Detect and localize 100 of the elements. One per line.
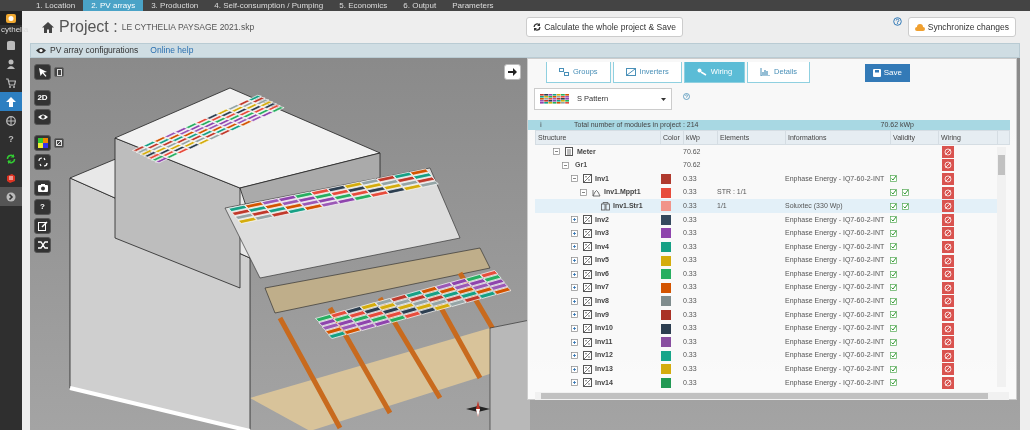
expand-icon[interactable] [571, 284, 578, 292]
expand-icon[interactable] [571, 379, 578, 387]
unlink-icon [944, 297, 952, 306]
wiring-button[interactable] [942, 200, 954, 213]
wiring-button[interactable] [942, 363, 954, 376]
expand-icon[interactable] [571, 297, 578, 305]
expand-icon[interactable] [571, 325, 578, 332]
link-icon [696, 68, 707, 76]
inverter-icon [583, 215, 592, 225]
cart-icon[interactable] [6, 77, 16, 88]
nav-tab[interactable]: Parameters [444, 0, 502, 11]
inverter-icon [583, 228, 592, 238]
collapse-icon[interactable] [553, 148, 560, 156]
wiring-button[interactable] [942, 295, 954, 308]
expand-icon[interactable] [571, 311, 578, 319]
wiring-button[interactable] [942, 268, 954, 281]
arrow-circle-icon[interactable] [6, 191, 16, 202]
vertical-scrollbar[interactable] [997, 147, 1006, 387]
wiring-button[interactable] [942, 308, 954, 321]
shuffle-button[interactable] [34, 237, 51, 253]
expand-icon[interactable] [571, 352, 578, 360]
chart-icon [760, 68, 771, 76]
wiring-button[interactable] [942, 213, 954, 226]
online-help-link[interactable]: Online help [150, 44, 194, 57]
inverter-icon [583, 283, 592, 293]
inverter-icon [625, 68, 636, 76]
collapse-icon[interactable] [571, 175, 578, 183]
nav-tab[interactable]: 1. Location [28, 0, 84, 11]
cloud-icon [914, 23, 925, 31]
expand-icon[interactable] [571, 243, 578, 251]
logo-icon [5, 12, 17, 24]
wiring-button[interactable] [942, 336, 954, 349]
diagonal-icon [56, 140, 62, 146]
unlink-icon [37, 157, 48, 167]
wiring-button[interactable] [942, 376, 954, 389]
help-circle-icon[interactable] [892, 17, 902, 26]
nav-tab[interactable]: 5. Economics [331, 0, 396, 11]
user-icon[interactable] [6, 58, 16, 69]
globe-icon[interactable] [6, 115, 16, 126]
edit-button[interactable] [34, 218, 51, 234]
help-button[interactable]: ? [34, 199, 51, 215]
expand-toggle[interactable] [54, 138, 64, 148]
view-button[interactable] [34, 109, 51, 125]
wiring-button[interactable] [942, 145, 954, 158]
2d-view-button[interactable]: 2D [34, 90, 51, 106]
expand-icon[interactable] [571, 257, 578, 265]
unlink-icon [944, 161, 952, 170]
synchronize-button[interactable]: Synchronize changes [907, 16, 1016, 38]
eye-icon [36, 47, 46, 54]
nav-tab[interactable]: 3. Production [143, 0, 207, 11]
camera-button[interactable] [34, 180, 51, 196]
wiring-button[interactable] [942, 173, 954, 185]
refresh-icon[interactable] [6, 153, 16, 164]
color-mode-icon [37, 138, 48, 148]
wiring-button[interactable] [942, 254, 954, 267]
color-mode-button[interactable] [34, 135, 51, 151]
help-circle-icon[interactable] [683, 93, 690, 100]
horizontal-scrollbar[interactable] [535, 392, 1009, 400]
phone-icon [56, 68, 62, 76]
expand-icon[interactable] [571, 365, 578, 373]
expand-icon[interactable] [571, 338, 578, 346]
wiring-button[interactable] [942, 227, 954, 240]
collapse-icon[interactable] [580, 189, 587, 197]
inverter-icon [583, 351, 592, 361]
save-button[interactable]: Save [864, 63, 910, 82]
wiring-button[interactable] [942, 349, 954, 362]
wiring-button[interactable] [942, 281, 954, 294]
select-icon [37, 67, 48, 77]
wiring-button[interactable] [942, 322, 954, 335]
up-arrow-icon[interactable] [6, 96, 16, 107]
expand-icon[interactable] [571, 229, 578, 237]
unlink-button[interactable] [34, 154, 51, 170]
right-arrow-icon [508, 68, 517, 76]
wiring-button[interactable] [942, 240, 954, 253]
nav-tab[interactable]: 6. Output [395, 0, 445, 11]
camera-icon [37, 183, 48, 193]
expand-icon[interactable] [571, 216, 578, 224]
calculate-button[interactable]: Calculate the whole project & Save [526, 16, 683, 38]
select-button[interactable] [34, 64, 51, 80]
unlink-icon [944, 256, 952, 265]
mppt-icon [592, 188, 601, 198]
cube-icon[interactable] [6, 172, 16, 183]
unlink-icon [944, 351, 952, 360]
group-icon [559, 68, 569, 76]
floppy-icon [872, 68, 881, 77]
unlink-icon [944, 175, 952, 183]
arrow-right-button[interactable] [504, 64, 521, 80]
unlink-icon [944, 242, 952, 251]
inverter-icon [583, 324, 592, 333]
inverter-icon [583, 296, 592, 306]
meter-icon [565, 147, 574, 157]
mobile-toggle[interactable] [54, 67, 64, 77]
nav-tab[interactable]: 4. Self-consumption / Pumping [206, 0, 332, 11]
expand-icon[interactable] [571, 270, 578, 278]
help-icon[interactable]: ? [8, 132, 14, 147]
wiring-button[interactable] [942, 186, 954, 199]
collapse-icon[interactable] [562, 161, 569, 169]
wiring-button[interactable] [942, 159, 954, 172]
database-icon[interactable] [6, 39, 16, 50]
string-icon [601, 201, 610, 211]
